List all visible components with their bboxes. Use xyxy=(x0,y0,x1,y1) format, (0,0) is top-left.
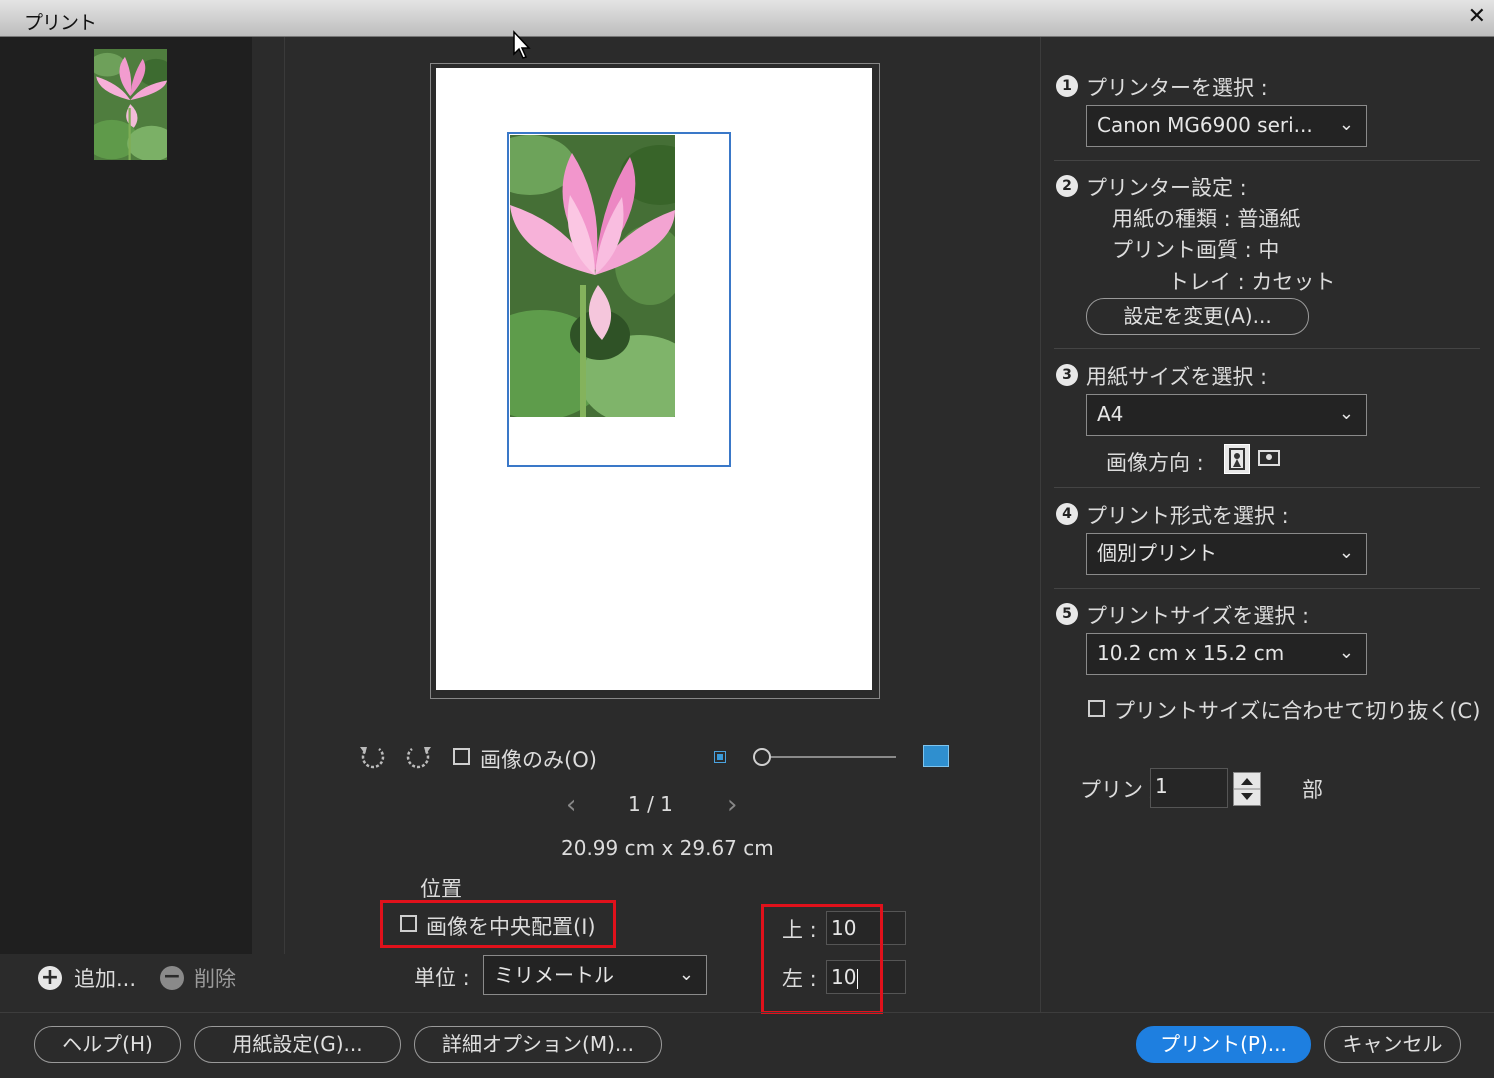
zoom-slider-track[interactable] xyxy=(770,756,896,758)
copies-value: 1 xyxy=(1155,774,1168,798)
step-1-badge: 1 xyxy=(1056,75,1078,97)
zoom-large-icon[interactable] xyxy=(923,745,949,767)
separator xyxy=(1054,487,1480,488)
zoom-slider-handle[interactable] xyxy=(753,748,771,766)
change-settings-button[interactable]: 設定を変更(A)... xyxy=(1086,298,1309,335)
chevron-down-icon: ⌄ xyxy=(1338,542,1354,563)
copies-input[interactable]: 1 xyxy=(1150,768,1228,808)
step-3-badge: 3 xyxy=(1056,364,1078,386)
step-1-label: プリンターを選択 : xyxy=(1086,76,1268,100)
step-4-badge: 4 xyxy=(1056,503,1078,525)
chevron-down-icon: ⌄ xyxy=(678,964,694,985)
step-3-label: 用紙サイズを選択 : xyxy=(1086,365,1268,389)
remove-icon[interactable]: − xyxy=(160,966,184,990)
copies-unit: 部 xyxy=(1302,778,1323,802)
print-button[interactable]: プリント(P)... xyxy=(1136,1026,1311,1063)
panel-divider xyxy=(1040,37,1041,1012)
printer-select[interactable]: Canon MG6900 seri... ⌄ xyxy=(1086,105,1367,147)
orientation-label: 画像方向 : xyxy=(1106,451,1204,475)
thumbnail-panel xyxy=(0,37,252,954)
remove-button[interactable]: 削除 xyxy=(194,963,236,993)
prev-page-icon[interactable]: ‹ xyxy=(566,790,576,820)
paper-type-text: 用紙の種類 : 普通紙 xyxy=(1112,207,1301,231)
paper-size-text: 20.99 cm x 29.67 cm xyxy=(561,836,774,860)
zoom-small-icon[interactable] xyxy=(714,751,726,763)
position-section-label: 位置 xyxy=(420,877,462,901)
paper-size-select[interactable]: A4 ⌄ xyxy=(1086,394,1367,436)
print-type-select-value: 個別プリント xyxy=(1097,541,1217,565)
step-2-badge: 2 xyxy=(1056,175,1078,197)
image-only-label: 画像のみ(O) xyxy=(480,748,597,772)
printer-select-value: Canon MG6900 seri... xyxy=(1097,113,1313,137)
print-type-select[interactable]: 個別プリント ⌄ xyxy=(1086,533,1367,575)
step-5-badge: 5 xyxy=(1056,603,1078,625)
photo-thumbnail[interactable] xyxy=(94,49,167,160)
help-button[interactable]: ヘルプ(H) xyxy=(34,1026,181,1063)
chevron-down-icon: ⌄ xyxy=(1338,642,1354,663)
tray-text: トレイ : カセット xyxy=(1168,270,1336,294)
add-icon[interactable]: + xyxy=(38,966,62,990)
image-only-checkbox[interactable] xyxy=(453,748,470,765)
landscape-orientation-icon[interactable] xyxy=(1256,447,1282,469)
print-size-select-value: 10.2 cm x 15.2 cm xyxy=(1097,641,1285,665)
unit-select-value: ミリメートル xyxy=(494,963,614,987)
add-button[interactable]: 追加... xyxy=(74,963,136,993)
title-bar: プリント ✕ xyxy=(0,0,1494,37)
unit-label: 単位 : xyxy=(414,966,470,990)
window-title: プリント xyxy=(24,12,97,34)
preview-photo[interactable] xyxy=(510,135,675,417)
unit-select[interactable]: ミリメートル ⌄ xyxy=(483,955,707,995)
highlight-box-offsets xyxy=(761,904,883,1014)
rotate-right-icon[interactable] xyxy=(404,743,434,773)
next-page-icon[interactable]: › xyxy=(727,790,737,820)
page-indicator: 1 / 1 xyxy=(628,792,673,816)
copies-stepper[interactable] xyxy=(1233,772,1261,806)
step-2-label: プリンター設定 : xyxy=(1086,176,1247,200)
print-quality-text: プリント画質 : 中 xyxy=(1112,238,1280,262)
crop-to-fit-label: プリントサイズに合わせて切り抜く(C) xyxy=(1114,699,1481,723)
chevron-down-icon: ⌄ xyxy=(1338,403,1354,424)
paper-size-select-value: A4 xyxy=(1097,402,1124,426)
print-size-select[interactable]: 10.2 cm x 15.2 cm ⌄ xyxy=(1086,633,1367,675)
separator xyxy=(1054,160,1480,161)
cancel-button[interactable]: キャンセル xyxy=(1324,1026,1461,1063)
step-5-label: プリントサイズを選択 : xyxy=(1086,604,1310,628)
step-4-label: プリント形式を選択 : xyxy=(1086,504,1289,528)
page-setup-button[interactable]: 用紙設定(G)... xyxy=(194,1026,401,1063)
thumbnail-scroll-area xyxy=(252,37,285,954)
portrait-orientation-icon[interactable] xyxy=(1224,444,1250,474)
rotate-left-icon[interactable] xyxy=(357,743,387,773)
highlight-box-center xyxy=(380,900,616,948)
mouse-cursor-icon xyxy=(513,30,531,59)
separator xyxy=(1054,348,1480,349)
footer-separator xyxy=(0,1012,1494,1013)
chevron-down-icon: ⌄ xyxy=(1338,114,1354,135)
separator xyxy=(1054,588,1480,589)
more-options-button[interactable]: 詳細オプション(M)... xyxy=(414,1026,662,1063)
crop-to-fit-checkbox[interactable] xyxy=(1088,700,1105,717)
close-icon[interactable]: ✕ xyxy=(1468,4,1486,29)
